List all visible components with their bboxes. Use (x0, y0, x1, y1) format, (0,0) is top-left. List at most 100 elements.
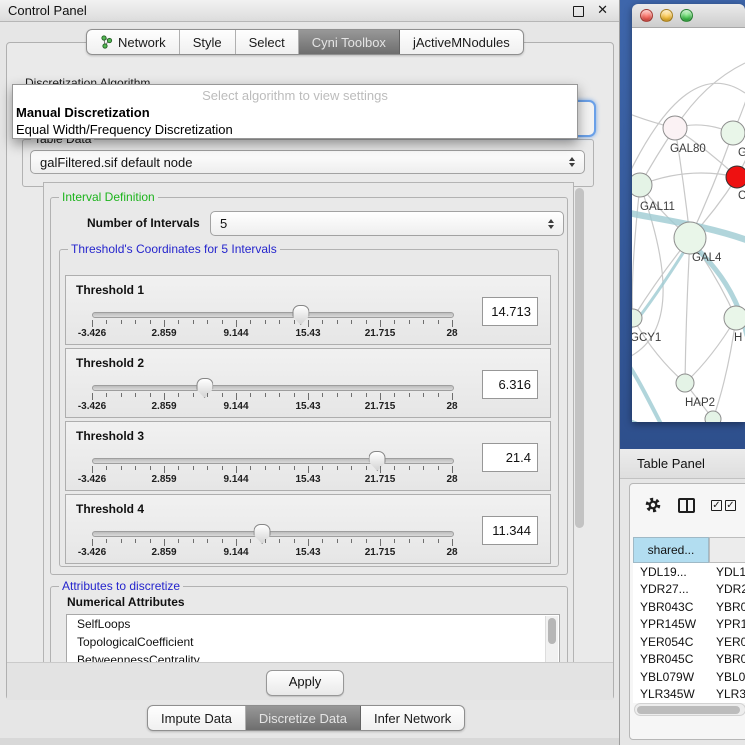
threshold-label: Threshold 3 (76, 429, 144, 443)
network-edge (685, 238, 690, 383)
table-row[interactable]: YPR145WYPR1 (633, 616, 745, 634)
tab-style[interactable]: Style (180, 30, 236, 54)
tab-network[interactable]: Network (87, 30, 180, 54)
tab-jactivemnodules[interactable]: jActiveMNodules (400, 30, 523, 54)
close-traffic-light-icon[interactable] (640, 9, 653, 22)
network-node[interactable] (705, 411, 721, 422)
algorithm-option-equal-width[interactable]: Equal Width/Frequency Discretization (13, 121, 577, 138)
window-bottom-strip (0, 738, 620, 745)
algorithm-dropdown-popup: Select algorithm to view settings Manual… (12, 84, 578, 139)
close-icon[interactable]: ✕ (597, 2, 608, 18)
cyni-mode-tabbar: Impute DataDiscretize DataInfer Network (147, 705, 465, 731)
threshold-slider[interactable] (92, 312, 454, 318)
network-node[interactable] (663, 116, 687, 140)
table-cell: YER0 (709, 635, 745, 649)
numerical-attributes-list[interactable]: SelfLoopsTopologicalCoefficientBetweenne… (66, 614, 560, 664)
network-node[interactable] (676, 374, 694, 392)
network-node[interactable] (726, 166, 745, 188)
split-panel-icon[interactable] (678, 498, 695, 513)
network-edge (713, 318, 736, 419)
network-node[interactable] (632, 309, 642, 327)
threshold-label: Threshold 4 (76, 502, 144, 516)
network-node-label: GAL (738, 147, 745, 159)
slider-axis-labels: -3.4262.8599.14415.4321.71528 (92, 474, 452, 486)
network-graph[interactable]: GAL80GALCGAL11GAL4GCY1HHAP2 (632, 28, 745, 422)
threshold-slider[interactable] (92, 385, 454, 391)
table-row[interactable]: YBR045CYBR0 (633, 651, 745, 669)
threshold-label: Threshold 1 (76, 283, 144, 297)
viewport-scrollbar[interactable] (575, 184, 585, 660)
axis-tick-label: -3.426 (78, 328, 106, 339)
network-node[interactable] (632, 173, 652, 197)
checkbox-icon[interactable]: ✓ (711, 500, 722, 511)
table-data-combobox[interactable]: galFiltered.sif default node (30, 150, 585, 174)
network-node[interactable] (724, 306, 745, 330)
table-row[interactable]: YBR043CYBR0 (633, 598, 745, 616)
axis-tick-label: 21.715 (365, 401, 396, 412)
threshold-slider[interactable] (92, 458, 454, 464)
algorithm-dropdown-hint: Select algorithm to view settings (13, 85, 577, 104)
axis-tick-label: 9.144 (223, 328, 248, 339)
attribute-list-item[interactable]: SelfLoops (67, 615, 559, 633)
float-window-icon[interactable] (573, 6, 584, 17)
threshold-panel: Threshold 3 -3.4262.8599.14415.4321.7152… (65, 421, 551, 491)
table-cell: YDL1 (709, 565, 745, 579)
slider-axis-labels: -3.4262.8599.14415.4321.71528 (92, 328, 452, 340)
table-row[interactable]: YLR345WYLR3 (633, 686, 745, 704)
table-horizontal-scrollbar[interactable] (634, 703, 745, 716)
table-cell: YBL079W (633, 670, 709, 684)
algorithm-option-manual[interactable]: Manual Discretization (13, 104, 577, 121)
table-row[interactable]: YER054CYER0 (633, 633, 745, 651)
network-edge (633, 318, 685, 383)
table-cell: YDR27... (633, 582, 709, 596)
slider-ticks (92, 539, 452, 547)
zoom-traffic-light-icon[interactable] (680, 9, 693, 22)
table-cell: YBL0 (709, 670, 745, 684)
table-cell: YBR0 (709, 600, 745, 614)
number-of-intervals-combobox[interactable]: 5 (210, 211, 564, 236)
gear-icon[interactable] (644, 496, 662, 514)
threshold-slider[interactable] (92, 531, 454, 537)
axis-tick-label: 2.859 (151, 401, 176, 412)
tab-infer-network[interactable]: Infer Network (361, 706, 464, 730)
axis-tick-label: 9.144 (223, 401, 248, 412)
app-root: Control Panel ✕ NetworkStyleSelectCyni T… (0, 0, 745, 745)
table-row[interactable]: YBL079WYBL0 (633, 668, 745, 686)
table-row[interactable]: YDR27...YDR2 (633, 581, 745, 599)
network-canvas[interactable]: GAL80GALCGAL11GAL4GCY1HHAP2 (632, 28, 745, 422)
checkbox-icon[interactable]: ✓ (725, 500, 736, 511)
axis-tick-label: -3.426 (78, 401, 106, 412)
table-toolbar: ✓ ✓ (644, 496, 736, 514)
threshold-value-field[interactable]: 6.316 (482, 370, 538, 399)
tab-discretize-data[interactable]: Discretize Data (246, 706, 361, 730)
table-column-header[interactable]: na (709, 537, 745, 563)
apply-button[interactable]: Apply (266, 670, 344, 696)
number-of-intervals-value: 5 (220, 216, 227, 231)
table-row[interactable]: YDL19...YDL1 (633, 563, 745, 581)
attributes-group-label: Attributes to discretize (59, 579, 183, 593)
tab-impute-data[interactable]: Impute Data (148, 706, 246, 730)
numerical-attributes-label: Numerical Attributes (67, 595, 185, 609)
threshold-value-field[interactable]: 14.713 (482, 297, 538, 326)
table-cell: YER054C (633, 635, 709, 649)
axis-tick-label: 28 (446, 474, 457, 485)
network-window-titlebar[interactable] (632, 4, 745, 28)
slider-ticks (92, 393, 452, 401)
network-node-label: GCY1 (632, 332, 661, 344)
table-panel-title: Table Panel (637, 456, 705, 471)
minimize-traffic-light-icon[interactable] (660, 9, 673, 22)
control-panel-titlebar: Control Panel ✕ (0, 0, 620, 22)
network-edge (632, 185, 640, 318)
network-node[interactable] (721, 121, 745, 145)
threshold-value-field[interactable]: 11.344 (482, 516, 538, 545)
tab-cyni-toolbox[interactable]: Cyni Toolbox (299, 30, 400, 54)
tab-select[interactable]: Select (236, 30, 299, 54)
network-node-label: GAL80 (670, 143, 706, 155)
attribute-list-item[interactable]: TopologicalCoefficient (67, 633, 559, 651)
network-icon (100, 35, 113, 49)
threshold-value-field[interactable]: 21.4 (482, 443, 538, 472)
axis-tick-label: 21.715 (365, 474, 396, 485)
attributes-scrollbar[interactable] (545, 616, 558, 664)
network-node[interactable] (674, 222, 706, 254)
table-column-header[interactable]: shared... (633, 537, 709, 563)
